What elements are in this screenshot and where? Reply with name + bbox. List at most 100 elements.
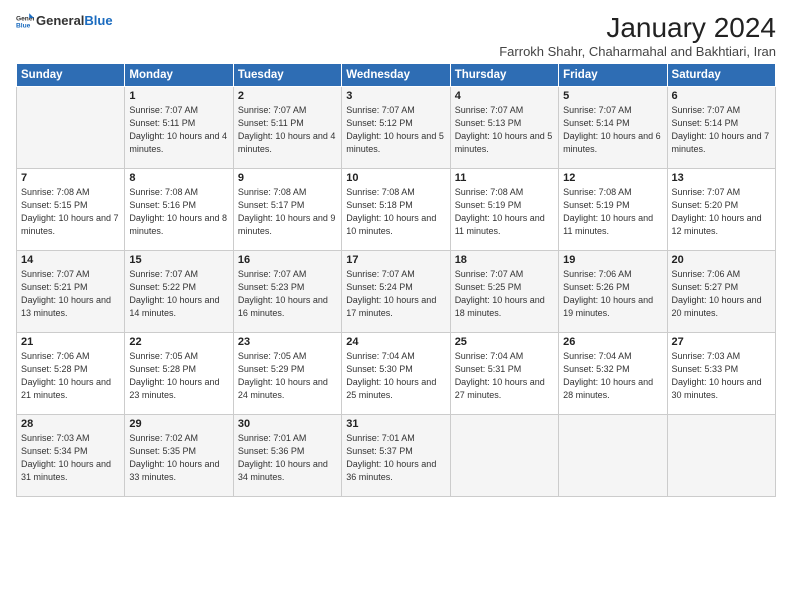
- day-info: Sunrise: 7:08 AM Sunset: 5:18 PM Dayligh…: [346, 186, 445, 238]
- day-info: Sunrise: 7:07 AM Sunset: 5:22 PM Dayligh…: [129, 268, 228, 320]
- col-saturday: Saturday: [667, 64, 775, 87]
- calendar-cell: 3Sunrise: 7:07 AM Sunset: 5:12 PM Daylig…: [342, 87, 450, 169]
- calendar-table: Sunday Monday Tuesday Wednesday Thursday…: [16, 63, 776, 497]
- calendar-cell: 31 Sunrise: 7:01 AM Sunset: 5:37 PM Dayli…: [342, 415, 450, 497]
- day-info: Sunrise: 7:01 AM Sunset: 5:36 PM Dayligh…: [238, 432, 337, 484]
- calendar-cell: 17 Sunrise: 7:07 AM Sunset: 5:24 PM Dayli…: [342, 251, 450, 333]
- day-number: 7: [21, 172, 120, 184]
- day-number: 5: [563, 90, 662, 102]
- day-info: Sunrise: 7:08 AM Sunset: 5:17 PM Dayligh…: [238, 186, 337, 238]
- calendar-cell: 20 Sunrise: 7:06 AM Sunset: 5:27 PM Dayli…: [667, 251, 775, 333]
- day-info: Sunrise: 7:07 AM Sunset: 5:20 PM Dayligh…: [672, 186, 771, 238]
- svg-text:Blue: Blue: [16, 23, 31, 30]
- day-info: Sunrise: 7:06 AM Sunset: 5:28 PM Dayligh…: [21, 350, 120, 402]
- header: General Blue GeneralBlue January 2024 Fa…: [16, 12, 776, 59]
- day-number: 21: [21, 336, 120, 348]
- calendar-cell: 10 Sunrise: 7:08 AM Sunset: 5:18 PM Dayli…: [342, 169, 450, 251]
- logo: General Blue GeneralBlue: [16, 12, 113, 30]
- calendar-cell: 6 Sunrise: 7:07 AM Sunset: 5:14 PM Daylig…: [667, 87, 775, 169]
- logo-text-block: GeneralBlue: [36, 14, 113, 28]
- day-number: 23: [238, 336, 337, 348]
- calendar-header: Sunday Monday Tuesday Wednesday Thursday…: [17, 64, 776, 87]
- location-subtitle: Farrokh Shahr, Chaharmahal and Bakhtiari…: [499, 44, 776, 59]
- calendar-cell: 22Sunrise: 7:05 AM Sunset: 5:28 PM Dayli…: [125, 333, 233, 415]
- day-info: Sunrise: 7:07 AM Sunset: 5:21 PM Dayligh…: [21, 268, 120, 320]
- calendar-cell: 2 Sunrise: 7:07 AM Sunset: 5:11 PM Daylig…: [233, 87, 341, 169]
- calendar-cell: 26 Sunrise: 7:04 AM Sunset: 5:32 PM Dayli…: [559, 333, 667, 415]
- day-number: 10: [346, 172, 445, 184]
- calendar-cell: 7Sunrise: 7:08 AM Sunset: 5:15 PM Daylig…: [17, 169, 125, 251]
- logo-general: General: [36, 13, 84, 28]
- calendar-cell: 16 Sunrise: 7:07 AM Sunset: 5:23 PM Dayli…: [233, 251, 341, 333]
- calendar-cell: 15 Sunrise: 7:07 AM Sunset: 5:22 PM Dayli…: [125, 251, 233, 333]
- page-container: General Blue GeneralBlue January 2024 Fa…: [0, 0, 792, 505]
- day-info: Sunrise: 7:04 AM Sunset: 5:30 PM Dayligh…: [346, 350, 445, 402]
- day-info: Sunrise: 7:07 AM Sunset: 5:12 PM Dayligh…: [346, 104, 445, 156]
- day-info: Sunrise: 7:07 AM Sunset: 5:13 PM Dayligh…: [455, 104, 554, 156]
- day-info: Sunrise: 7:04 AM Sunset: 5:32 PM Dayligh…: [563, 350, 662, 402]
- calendar-cell: [559, 415, 667, 497]
- day-info: Sunrise: 7:07 AM Sunset: 5:11 PM Dayligh…: [238, 104, 337, 156]
- day-number: 20: [672, 254, 771, 266]
- day-number: 19: [563, 254, 662, 266]
- day-number: 18: [455, 254, 554, 266]
- day-number: 2: [238, 90, 337, 102]
- calendar-cell: 8 Sunrise: 7:08 AM Sunset: 5:16 PM Daylig…: [125, 169, 233, 251]
- day-number: 11: [455, 172, 554, 184]
- title-block: January 2024 Farrokh Shahr, Chaharmahal …: [499, 12, 776, 59]
- day-number: 29: [129, 418, 228, 430]
- weekday-row: Sunday Monday Tuesday Wednesday Thursday…: [17, 64, 776, 87]
- calendar-week-row: 14 Sunrise: 7:07 AM Sunset: 5:21 PM Dayli…: [17, 251, 776, 333]
- day-number: 4: [455, 90, 554, 102]
- day-number: 8: [129, 172, 228, 184]
- day-info: Sunrise: 7:06 AM Sunset: 5:27 PM Dayligh…: [672, 268, 771, 320]
- day-info: Sunrise: 7:03 AM Sunset: 5:34 PM Dayligh…: [21, 432, 120, 484]
- day-number: 9: [238, 172, 337, 184]
- col-sunday: Sunday: [17, 64, 125, 87]
- logo-icon: General Blue: [16, 12, 34, 30]
- calendar-cell: 9 Sunrise: 7:08 AM Sunset: 5:17 PM Daylig…: [233, 169, 341, 251]
- calendar-cell: 14 Sunrise: 7:07 AM Sunset: 5:21 PM Dayli…: [17, 251, 125, 333]
- day-info: Sunrise: 7:07 AM Sunset: 5:23 PM Dayligh…: [238, 268, 337, 320]
- day-info: Sunrise: 7:07 AM Sunset: 5:24 PM Dayligh…: [346, 268, 445, 320]
- calendar-cell: 27 Sunrise: 7:03 AM Sunset: 5:33 PM Dayli…: [667, 333, 775, 415]
- day-info: Sunrise: 7:08 AM Sunset: 5:19 PM Dayligh…: [563, 186, 662, 238]
- calendar-cell: 4 Sunrise: 7:07 AM Sunset: 5:13 PM Daylig…: [450, 87, 558, 169]
- day-info: Sunrise: 7:05 AM Sunset: 5:29 PM Dayligh…: [238, 350, 337, 402]
- calendar-cell: [17, 87, 125, 169]
- calendar-body: 1Sunrise: 7:07 AM Sunset: 5:11 PM Daylig…: [17, 87, 776, 497]
- calendar-cell: 12Sunrise: 7:08 AM Sunset: 5:19 PM Dayli…: [559, 169, 667, 251]
- day-number: 26: [563, 336, 662, 348]
- calendar-cell: 25Sunrise: 7:04 AM Sunset: 5:31 PM Dayli…: [450, 333, 558, 415]
- day-number: 16: [238, 254, 337, 266]
- day-number: 27: [672, 336, 771, 348]
- day-info: Sunrise: 7:03 AM Sunset: 5:33 PM Dayligh…: [672, 350, 771, 402]
- col-tuesday: Tuesday: [233, 64, 341, 87]
- col-monday: Monday: [125, 64, 233, 87]
- day-info: Sunrise: 7:07 AM Sunset: 5:11 PM Dayligh…: [129, 104, 228, 156]
- day-number: 31: [346, 418, 445, 430]
- calendar-cell: 21 Sunrise: 7:06 AM Sunset: 5:28 PM Dayli…: [17, 333, 125, 415]
- calendar-week-row: 28Sunrise: 7:03 AM Sunset: 5:34 PM Dayli…: [17, 415, 776, 497]
- day-info: Sunrise: 7:01 AM Sunset: 5:37 PM Dayligh…: [346, 432, 445, 484]
- day-info: Sunrise: 7:07 AM Sunset: 5:14 PM Dayligh…: [672, 104, 771, 156]
- day-info: Sunrise: 7:05 AM Sunset: 5:28 PM Dayligh…: [129, 350, 228, 402]
- calendar-cell: 1Sunrise: 7:07 AM Sunset: 5:11 PM Daylig…: [125, 87, 233, 169]
- day-number: 24: [346, 336, 445, 348]
- col-wednesday: Wednesday: [342, 64, 450, 87]
- day-number: 17: [346, 254, 445, 266]
- calendar-cell: 13Sunrise: 7:07 AM Sunset: 5:20 PM Dayli…: [667, 169, 775, 251]
- day-info: Sunrise: 7:07 AM Sunset: 5:14 PM Dayligh…: [563, 104, 662, 156]
- calendar-cell: 29Sunrise: 7:02 AM Sunset: 5:35 PM Dayli…: [125, 415, 233, 497]
- calendar-cell: [667, 415, 775, 497]
- logo-blue: Blue: [84, 13, 112, 28]
- col-thursday: Thursday: [450, 64, 558, 87]
- calendar-cell: 19Sunrise: 7:06 AM Sunset: 5:26 PM Dayli…: [559, 251, 667, 333]
- day-number: 25: [455, 336, 554, 348]
- calendar-cell: 11Sunrise: 7:08 AM Sunset: 5:19 PM Dayli…: [450, 169, 558, 251]
- day-number: 15: [129, 254, 228, 266]
- day-info: Sunrise: 7:08 AM Sunset: 5:16 PM Dayligh…: [129, 186, 228, 238]
- calendar-week-row: 7Sunrise: 7:08 AM Sunset: 5:15 PM Daylig…: [17, 169, 776, 251]
- day-number: 14: [21, 254, 120, 266]
- day-number: 6: [672, 90, 771, 102]
